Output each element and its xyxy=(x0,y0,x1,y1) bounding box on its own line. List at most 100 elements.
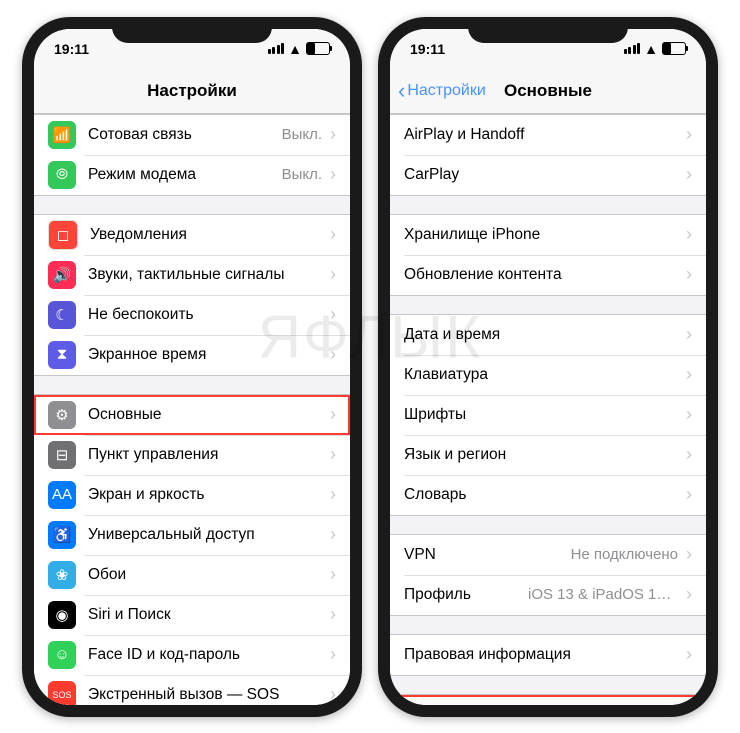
chevron-right-icon: › xyxy=(686,544,692,565)
chevron-right-icon: › xyxy=(330,684,336,705)
faceid-row[interactable]: ☺ Face ID и код-пароль› xyxy=(34,635,350,675)
navbar: Настройки xyxy=(34,69,350,114)
display-row[interactable]: AAЭкран и яркость› xyxy=(34,475,350,515)
chevron-right-icon: › xyxy=(686,484,692,505)
clock: 19:11 xyxy=(54,41,89,57)
row-label: Обои xyxy=(88,566,330,584)
chevron-right-icon: › xyxy=(330,304,336,325)
reset-row[interactable]: Сброс› xyxy=(390,695,706,705)
chevron-right-icon: › xyxy=(686,324,692,345)
face-icon: ☺ xyxy=(48,641,76,669)
moon-icon: ☾ xyxy=(48,301,76,329)
page-title: Настройки xyxy=(147,81,237,101)
chevron-right-icon: › xyxy=(686,704,692,705)
notifications-row[interactable]: ◻Уведомления› xyxy=(34,215,350,255)
row-label: Экранное время xyxy=(88,346,330,364)
row-label: VPN xyxy=(404,546,571,564)
wifi-icon: ▲ xyxy=(288,41,302,57)
gear-icon: ⚙ xyxy=(48,401,76,429)
chevron-right-icon: › xyxy=(686,124,692,145)
row-label: Face ID и код-пароль xyxy=(88,646,330,664)
notch xyxy=(468,17,628,43)
settings-list[interactable]: 📶Сотовая связьВыкл.›⦾Режим модемаВыкл.›◻… xyxy=(34,114,350,705)
language-row[interactable]: Язык и регион› xyxy=(390,435,706,475)
row-label: Правовая информация xyxy=(404,646,686,664)
chevron-right-icon: › xyxy=(686,364,692,385)
screen-right: 19:11 ▲ ‹ Настройки Основные AirPlay и H… xyxy=(390,29,706,705)
text-icon: AA xyxy=(48,481,76,509)
person-icon: ♿ xyxy=(48,521,76,549)
dnd-row[interactable]: ☾Не беспокоить› xyxy=(34,295,350,335)
general-row[interactable]: ⚙Основные› xyxy=(34,395,350,435)
phone-right: 19:11 ▲ ‹ Настройки Основные AirPlay и H… xyxy=(378,17,718,717)
sounds-row[interactable]: 🔊Звуки, тактильные сигналы› xyxy=(34,255,350,295)
fonts-row[interactable]: Шрифты› xyxy=(390,395,706,435)
row-value: iOS 13 & iPadOS 13 Beta Software... xyxy=(528,586,678,603)
chevron-right-icon: › xyxy=(330,224,336,245)
row-value: Не подключено xyxy=(571,546,678,563)
row-label: Клавиатура xyxy=(404,366,686,384)
row-label: AirPlay и Handoff xyxy=(404,126,686,144)
chevron-right-icon: › xyxy=(686,644,692,665)
notch xyxy=(112,17,272,43)
chevron-right-icon: › xyxy=(330,264,336,285)
chevron-right-icon: › xyxy=(330,164,336,185)
row-label: Обновление контента xyxy=(404,266,686,284)
legal-row[interactable]: Правовая информация› xyxy=(390,635,706,675)
row-label: Словарь xyxy=(404,486,686,504)
row-label: Пункт управления xyxy=(88,446,330,464)
cellular-row[interactable]: 📶Сотовая связьВыкл.› xyxy=(34,115,350,155)
hourglass-icon: ⧗ xyxy=(48,341,76,369)
row-label: Универсальный доступ xyxy=(88,526,330,544)
row-label: Шрифты xyxy=(404,406,686,424)
carplay-row[interactable]: CarPlay› xyxy=(390,155,706,195)
cellular-signal-icon xyxy=(268,43,285,54)
status-indicators: ▲ xyxy=(268,41,330,57)
storage-row[interactable]: Хранилище iPhone› xyxy=(390,215,706,255)
vpn-row[interactable]: VPNНе подключено › xyxy=(390,535,706,575)
battery-icon xyxy=(662,42,686,55)
chevron-right-icon: › xyxy=(330,644,336,665)
row-label: Профиль xyxy=(404,586,528,604)
hotspot-row[interactable]: ⦾Режим модемаВыкл.› xyxy=(34,155,350,195)
row-label: Уведомления xyxy=(90,226,330,244)
screen-left: 19:11 ▲ Настройки 📶Сотовая связьВыкл.›⦾Р… xyxy=(34,29,350,705)
date-time-row[interactable]: Дата и время› xyxy=(390,315,706,355)
chevron-right-icon: › xyxy=(686,264,692,285)
chevron-right-icon: › xyxy=(686,164,692,185)
sos-row[interactable]: SOSЭкстренный вызов — SOS› xyxy=(34,675,350,705)
background-refresh-row[interactable]: Обновление контента› xyxy=(390,255,706,295)
switches-icon: ⊟ xyxy=(48,441,76,469)
control-center-row[interactable]: ⊟Пункт управления› xyxy=(34,435,350,475)
chevron-right-icon: › xyxy=(330,524,336,545)
profile-row[interactable]: ПрофильiOS 13 & iPadOS 13 Beta Software.… xyxy=(390,575,706,615)
chevron-right-icon: › xyxy=(686,584,692,605)
general-list[interactable]: AirPlay и Handoff›CarPlay›Хранилище iPho… xyxy=(390,114,706,705)
chevron-right-icon: › xyxy=(686,444,692,465)
screentime-row[interactable]: ⧗Экранное время› xyxy=(34,335,350,375)
back-button[interactable]: ‹ Настройки xyxy=(398,78,486,104)
accessibility-row[interactable]: ♿ Универсальный доступ› xyxy=(34,515,350,555)
row-label: Хранилище iPhone xyxy=(404,226,686,244)
phone-left: 19:11 ▲ Настройки 📶Сотовая связьВыкл.›⦾Р… xyxy=(22,17,362,717)
row-value: Выкл. xyxy=(282,126,322,143)
chevron-right-icon: › xyxy=(330,484,336,505)
sos-icon: SOS xyxy=(48,681,76,705)
row-label: Язык и регион xyxy=(404,446,686,464)
chevron-right-icon: › xyxy=(686,224,692,245)
siri-row[interactable]: ◉Siri и Поиск› xyxy=(34,595,350,635)
antenna-icon: 📶 xyxy=(48,121,76,149)
airplay-row[interactable]: AirPlay и Handoff› xyxy=(390,115,706,155)
chevron-right-icon: › xyxy=(330,604,336,625)
wallpaper-row[interactable]: ❀Обои› xyxy=(34,555,350,595)
row-label: Основные xyxy=(88,406,330,424)
row-label: Siri и Поиск xyxy=(88,606,330,624)
wifi-icon: ▲ xyxy=(644,41,658,57)
flower-icon: ❀ xyxy=(48,561,76,589)
row-label: Сотовая связь xyxy=(88,126,282,144)
dictionary-row[interactable]: Словарь› xyxy=(390,475,706,515)
row-value: Выкл. xyxy=(282,166,322,183)
back-label: Настройки xyxy=(407,82,485,100)
chevron-left-icon: ‹ xyxy=(398,78,405,104)
keyboard-row[interactable]: Клавиатура› xyxy=(390,355,706,395)
